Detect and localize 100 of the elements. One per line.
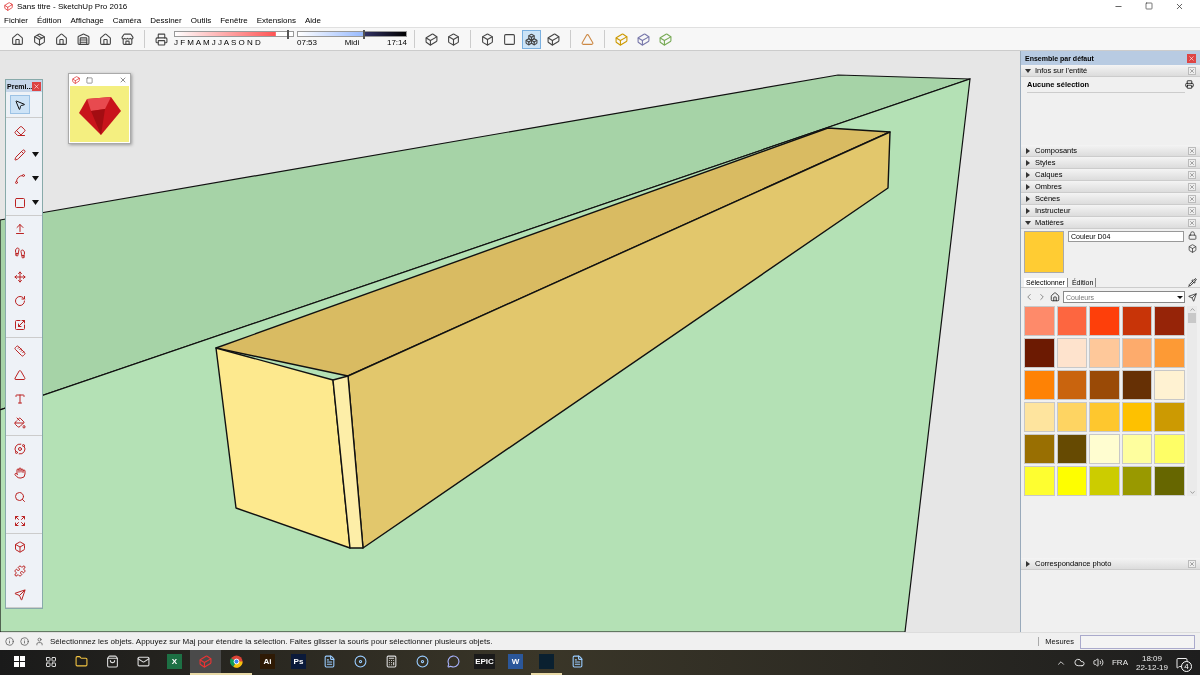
color-swatch[interactable] [1056,370,1088,400]
color-swatch[interactable] [1121,306,1153,336]
clock-date[interactable]: 22-12-19 [1135,662,1168,672]
time-slider[interactable] [297,31,407,37]
scale-icon [14,318,26,331]
app-icon[interactable]: X [167,654,182,669]
mail-icon[interactable] [137,655,150,668]
time-label: Midi [344,38,360,47]
color-swatch[interactable] [1121,370,1153,400]
color-swatch[interactable] [1089,402,1120,432]
box-icon[interactable] [1188,244,1197,253]
color-swatch[interactable] [1154,402,1185,432]
slider-thumb[interactable] [287,30,290,39]
color-swatch[interactable] [1056,306,1088,336]
app-icon[interactable]: W [508,654,523,669]
color-swatch[interactable] [1089,466,1120,496]
color-swatch[interactable] [1056,466,1088,496]
month-ticks: J F M A M J J A S O N D [174,38,261,47]
taskbar-button[interactable]: EPIC [469,650,500,675]
info-icon[interactable] [5,637,14,646]
color-swatch[interactable] [1024,402,1055,432]
app-icon[interactable]: Ps [291,654,306,669]
disc-icon[interactable] [354,655,367,668]
color-swatch[interactable] [1056,402,1088,432]
disc-icon[interactable] [416,655,429,668]
menu-item[interactable]: Aide [304,15,321,25]
tool-button[interactable] [10,95,30,114]
month-slider[interactable] [174,31,294,37]
menu-item[interactable]: Fichier [4,15,28,25]
box-icon [481,32,494,46]
color-swatch[interactable] [1089,338,1120,368]
scrollbar[interactable] [1187,306,1197,496]
info-icon[interactable] [20,637,29,646]
color-swatch[interactable] [1056,434,1088,464]
caret-icon[interactable] [32,200,39,205]
chat-icon[interactable] [447,655,460,668]
color-swatch[interactable] [1089,434,1120,464]
pipette-icon[interactable] [1188,278,1197,287]
ruler-icon [14,344,26,357]
arrow-icon [14,98,26,111]
slider-thumb[interactable] [362,30,365,39]
color-swatch[interactable] [1089,370,1120,400]
menu-item[interactable]: Fenêtre [220,15,248,25]
close-button[interactable] [32,81,41,91]
document-icon[interactable] [571,655,584,668]
color-swatch[interactable] [1024,306,1055,336]
caret-icon[interactable] [32,176,39,181]
boxes-icon [525,32,538,46]
measure-field[interactable] [1080,634,1195,649]
store-icon [121,32,134,46]
user-icon[interactable] [35,637,44,646]
folder-icon[interactable] [75,655,88,668]
calculator-icon[interactable] [385,655,398,668]
color-swatch[interactable] [1024,338,1055,368]
color-swatch[interactable] [1121,466,1153,496]
menu-item[interactable]: Caméra [112,15,142,25]
taskbar-button[interactable]: Ai [252,650,283,675]
menu-item[interactable]: Outils [190,15,212,25]
color-swatch[interactable] [1089,306,1120,336]
color-swatch[interactable] [1154,370,1185,400]
cloud-icon[interactable] [1073,657,1085,668]
color-swatch[interactable] [1154,434,1185,464]
color-swatch[interactable] [1024,370,1055,400]
color-swatch[interactable] [1024,466,1055,496]
menu-item[interactable]: Affichage [70,15,104,25]
color-swatch[interactable] [1154,466,1185,496]
taskbar-button[interactable] [190,650,221,675]
menu-item[interactable]: Édition [37,15,62,25]
close-icon[interactable] [1175,2,1184,11]
bag-icon[interactable] [106,655,119,668]
color-swatch[interactable] [1121,402,1153,432]
app-icon[interactable]: Ai [260,654,275,669]
close-icon[interactable] [119,76,127,84]
house-icon[interactable] [1050,292,1060,302]
maximize-icon[interactable] [86,76,93,84]
chrome-icon[interactable] [230,655,243,668]
style-button[interactable] [522,29,541,49]
caret-icon[interactable] [32,152,39,157]
color-swatch[interactable] [1154,306,1185,336]
document-icon[interactable] [323,655,336,668]
menu-item[interactable]: Dessiner [150,15,182,25]
color-swatch[interactable] [1056,338,1088,368]
language-indicator[interactable]: FRA [1111,658,1128,667]
maximize-icon[interactable] [1145,2,1153,10]
cube-icon [637,32,650,46]
clock-time[interactable]: 18:09 [1141,653,1162,663]
close-button[interactable] [1187,53,1196,63]
speaker-icon[interactable] [1092,657,1104,668]
menu-item[interactable]: Extensions [256,15,296,25]
color-swatch[interactable] [1024,434,1055,464]
color-swatch[interactable] [1121,338,1153,368]
taskbar-button[interactable]: X [159,650,190,675]
taskbar-button[interactable]: W [500,650,531,675]
color-swatch[interactable] [1121,434,1153,464]
taskbar-button[interactable]: Ps [283,650,314,675]
lock-icon[interactable] [1188,231,1197,240]
color-swatch[interactable] [1154,338,1185,368]
scroll-thumb[interactable] [1188,313,1196,323]
task-view-icon[interactable] [44,655,57,668]
app-icon[interactable]: EPIC [474,654,495,669]
